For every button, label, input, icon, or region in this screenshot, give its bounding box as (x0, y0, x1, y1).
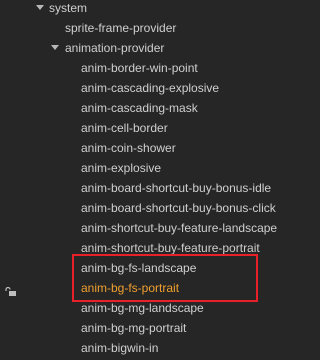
tree-node-label: system (49, 1, 88, 15)
tree-node[interactable]: anim-board-shortcut-buy-bonus-click (0, 198, 320, 218)
tree-node[interactable]: anim-cell-border (0, 118, 320, 138)
tree-node-label: anim-coin-shower (81, 141, 176, 155)
hierarchy-tree: system sprite-frame-provider animation-p… (0, 0, 320, 360)
tree-node-label: anim-bg-mg-portrait (81, 321, 187, 335)
tree-node-system[interactable]: system (0, 0, 320, 18)
tree-node-label: anim-cascading-mask (81, 101, 198, 115)
tree-node-label: anim-explosive (81, 161, 162, 175)
expand-arrow-icon[interactable] (51, 45, 59, 50)
tree-node-label: anim-board-shortcut-buy-bonus-idle (81, 181, 272, 195)
annotation-highlight-box (72, 254, 258, 302)
tree-node[interactable]: anim-board-shortcut-buy-bonus-idle (0, 178, 320, 198)
tree-node[interactable]: anim-cascading-mask (0, 98, 320, 118)
tree-node[interactable]: anim-bg-mg-portrait (0, 318, 320, 338)
tree-node[interactable]: anim-border-win-point (0, 58, 320, 78)
tree-node[interactable]: anim-shortcut-buy-feature-landscape (0, 218, 320, 238)
tree-node[interactable]: anim-bigwin-in (0, 338, 320, 358)
expand-arrow-icon[interactable] (36, 5, 44, 10)
tree-node-label: sprite-frame-provider (65, 21, 177, 35)
lock-icon[interactable] (5, 283, 17, 296)
tree-node[interactable]: anim-cascading-explosive (0, 78, 320, 98)
tree-node[interactable]: anim-explosive (0, 158, 320, 178)
tree-node-animation-provider[interactable]: animation-provider (0, 38, 320, 58)
tree-node-label: anim-cascading-explosive (81, 81, 220, 95)
tree-node-label: anim-bigwin-in (81, 341, 159, 355)
tree-node-label: anim-shortcut-buy-feature-landscape (81, 221, 278, 235)
tree-node-label: anim-board-shortcut-buy-bonus-click (81, 201, 276, 215)
tree-node-sprite-frame-provider[interactable]: sprite-frame-provider (0, 18, 320, 38)
tree-node-label: animation-provider (65, 41, 165, 55)
tree-node-label: anim-border-win-point (81, 61, 198, 75)
tree-node-label: anim-cell-border (81, 121, 168, 135)
tree-node[interactable]: anim-coin-shower (0, 138, 320, 158)
